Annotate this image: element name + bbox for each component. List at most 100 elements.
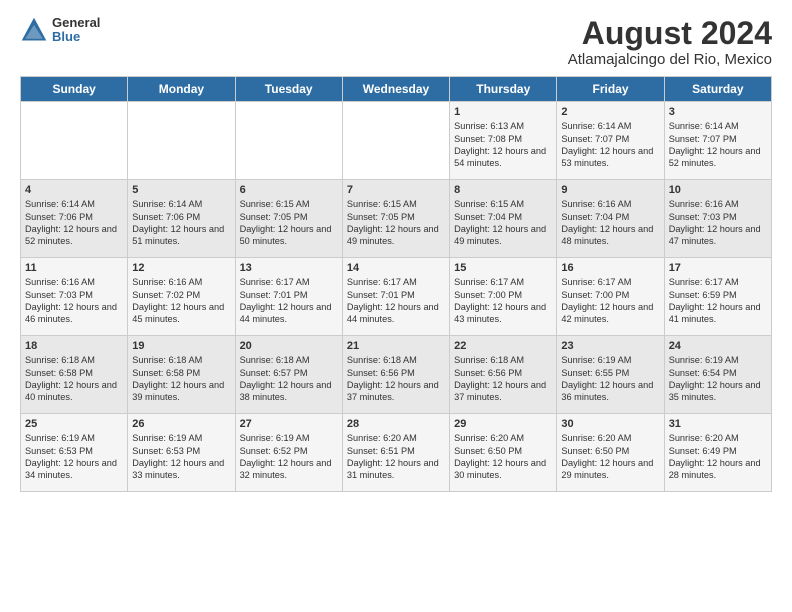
day-info: Sunrise: 6:16 AM Sunset: 7:03 PM Dayligh… (25, 276, 123, 326)
table-cell: 4 Sunrise: 6:14 AM Sunset: 7:06 PM Daylig… (21, 180, 128, 258)
week-row-3: 11 Sunrise: 6:16 AM Sunset: 7:03 PM Dayli… (21, 258, 772, 336)
table-cell: 13Sunrise: 6:17 AM Sunset: 7:01 PM Dayli… (235, 258, 342, 336)
day-number: 31 (669, 418, 767, 430)
table-cell: 20 Sunrise: 6:18 AM Sunset: 6:57 PM Dayli… (235, 336, 342, 414)
logo-blue-text: Blue (52, 30, 100, 44)
day-info: Sunrise: 6:15 AM Sunset: 7:05 PM Dayligh… (347, 198, 445, 248)
day-number: 7 (347, 184, 445, 196)
week-row-1: 1Sunrise: 6:13 AM Sunset: 7:08 PM Daylig… (21, 102, 772, 180)
day-number: 29 (454, 418, 552, 430)
col-friday: Friday (557, 77, 664, 102)
table-cell: 30 Sunrise: 6:20 AM Sunset: 6:50 PM Dayli… (557, 414, 664, 492)
day-number: 8 (454, 184, 552, 196)
day-info: Sunrise: 6:17 AM Sunset: 6:59 PM Dayligh… (669, 276, 767, 326)
table-cell: 17Sunrise: 6:17 AM Sunset: 6:59 PM Dayli… (664, 258, 771, 336)
table-cell: 24 Sunrise: 6:19 AM Sunset: 6:54 PM Dayli… (664, 336, 771, 414)
day-info: Sunrise: 6:16 AM Sunset: 7:02 PM Dayligh… (132, 276, 230, 326)
table-cell: 10 Sunrise: 6:16 AM Sunset: 7:03 PM Dayli… (664, 180, 771, 258)
day-info: Sunrise: 6:18 AM Sunset: 6:57 PM Dayligh… (240, 354, 338, 404)
logo-icon (20, 16, 48, 44)
table-cell: 28 Sunrise: 6:20 AM Sunset: 6:51 PM Dayli… (342, 414, 449, 492)
main-title: August 2024 (568, 16, 772, 51)
day-number: 26 (132, 418, 230, 430)
table-cell: 29Sunrise: 6:20 AM Sunset: 6:50 PM Dayli… (450, 414, 557, 492)
calendar: Sunday Monday Tuesday Wednesday Thursday… (20, 76, 772, 492)
table-cell: 12 Sunrise: 6:16 AM Sunset: 7:02 PM Dayli… (128, 258, 235, 336)
day-info: Sunrise: 6:20 AM Sunset: 6:50 PM Dayligh… (561, 432, 659, 482)
week-row-2: 4 Sunrise: 6:14 AM Sunset: 7:06 PM Daylig… (21, 180, 772, 258)
title-block: August 2024 Atlamajalcingo del Rio, Mexi… (568, 16, 772, 68)
header: General Blue August 2024 Atlamajalcingo … (20, 16, 772, 68)
day-info: Sunrise: 6:19 AM Sunset: 6:53 PM Dayligh… (132, 432, 230, 482)
day-number: 24 (669, 340, 767, 352)
table-cell (21, 102, 128, 180)
day-info: Sunrise: 6:14 AM Sunset: 7:07 PM Dayligh… (669, 120, 767, 170)
logo: General Blue (20, 16, 100, 45)
day-info: Sunrise: 6:17 AM Sunset: 7:01 PM Dayligh… (347, 276, 445, 326)
day-number: 28 (347, 418, 445, 430)
day-number: 11 (25, 262, 123, 274)
day-number: 6 (240, 184, 338, 196)
day-number: 13 (240, 262, 338, 274)
table-cell: 27 Sunrise: 6:19 AM Sunset: 6:52 PM Dayli… (235, 414, 342, 492)
day-number: 20 (240, 340, 338, 352)
day-number: 23 (561, 340, 659, 352)
table-cell (235, 102, 342, 180)
day-number: 4 (25, 184, 123, 196)
table-cell (342, 102, 449, 180)
table-cell: 1Sunrise: 6:13 AM Sunset: 7:08 PM Daylig… (450, 102, 557, 180)
day-info: Sunrise: 6:20 AM Sunset: 6:51 PM Dayligh… (347, 432, 445, 482)
day-info: Sunrise: 6:15 AM Sunset: 7:05 PM Dayligh… (240, 198, 338, 248)
table-cell: 9Sunrise: 6:16 AM Sunset: 7:04 PM Daylig… (557, 180, 664, 258)
week-row-4: 18Sunrise: 6:18 AM Sunset: 6:58 PM Dayli… (21, 336, 772, 414)
table-cell: 22 Sunrise: 6:18 AM Sunset: 6:56 PM Dayli… (450, 336, 557, 414)
calendar-header: Sunday Monday Tuesday Wednesday Thursday… (21, 77, 772, 102)
table-cell: 26 Sunrise: 6:19 AM Sunset: 6:53 PM Dayli… (128, 414, 235, 492)
table-cell: 23 Sunrise: 6:19 AM Sunset: 6:55 PM Dayli… (557, 336, 664, 414)
day-number: 9 (561, 184, 659, 196)
col-monday: Monday (128, 77, 235, 102)
calendar-body: 1Sunrise: 6:13 AM Sunset: 7:08 PM Daylig… (21, 102, 772, 492)
day-number: 2 (561, 106, 659, 118)
day-number: 3 (669, 106, 767, 118)
col-saturday: Saturday (664, 77, 771, 102)
day-number: 30 (561, 418, 659, 430)
day-info: Sunrise: 6:14 AM Sunset: 7:07 PM Dayligh… (561, 120, 659, 170)
day-info: Sunrise: 6:18 AM Sunset: 6:58 PM Dayligh… (132, 354, 230, 404)
day-number: 15 (454, 262, 552, 274)
day-number: 16 (561, 262, 659, 274)
page: General Blue August 2024 Atlamajalcingo … (0, 0, 792, 502)
day-info: Sunrise: 6:18 AM Sunset: 6:56 PM Dayligh… (454, 354, 552, 404)
day-info: Sunrise: 6:14 AM Sunset: 7:06 PM Dayligh… (25, 198, 123, 248)
table-cell: 14 Sunrise: 6:17 AM Sunset: 7:01 PM Dayli… (342, 258, 449, 336)
table-cell: 8 Sunrise: 6:15 AM Sunset: 7:04 PM Daylig… (450, 180, 557, 258)
day-info: Sunrise: 6:19 AM Sunset: 6:54 PM Dayligh… (669, 354, 767, 404)
day-info: Sunrise: 6:13 AM Sunset: 7:08 PM Dayligh… (454, 120, 552, 170)
day-number: 19 (132, 340, 230, 352)
col-sunday: Sunday (21, 77, 128, 102)
day-info: Sunrise: 6:16 AM Sunset: 7:03 PM Dayligh… (669, 198, 767, 248)
day-info: Sunrise: 6:14 AM Sunset: 7:06 PM Dayligh… (132, 198, 230, 248)
day-info: Sunrise: 6:18 AM Sunset: 6:58 PM Dayligh… (25, 354, 123, 404)
table-cell: 2 Sunrise: 6:14 AM Sunset: 7:07 PM Daylig… (557, 102, 664, 180)
day-number: 12 (132, 262, 230, 274)
table-cell: 25Sunrise: 6:19 AM Sunset: 6:53 PM Dayli… (21, 414, 128, 492)
day-number: 10 (669, 184, 767, 196)
day-number: 27 (240, 418, 338, 430)
logo-text: General Blue (52, 16, 100, 45)
day-info: Sunrise: 6:19 AM Sunset: 6:52 PM Dayligh… (240, 432, 338, 482)
day-number: 5 (132, 184, 230, 196)
day-info: Sunrise: 6:15 AM Sunset: 7:04 PM Dayligh… (454, 198, 552, 248)
table-cell: 19 Sunrise: 6:18 AM Sunset: 6:58 PM Dayli… (128, 336, 235, 414)
table-cell (128, 102, 235, 180)
logo-general-text: General (52, 16, 100, 30)
header-row: Sunday Monday Tuesday Wednesday Thursday… (21, 77, 772, 102)
day-number: 22 (454, 340, 552, 352)
day-info: Sunrise: 6:17 AM Sunset: 7:00 PM Dayligh… (454, 276, 552, 326)
subtitle: Atlamajalcingo del Rio, Mexico (568, 51, 772, 68)
day-number: 21 (347, 340, 445, 352)
table-cell: 31Sunrise: 6:20 AM Sunset: 6:49 PM Dayli… (664, 414, 771, 492)
day-number: 14 (347, 262, 445, 274)
day-info: Sunrise: 6:19 AM Sunset: 6:55 PM Dayligh… (561, 354, 659, 404)
col-thursday: Thursday (450, 77, 557, 102)
